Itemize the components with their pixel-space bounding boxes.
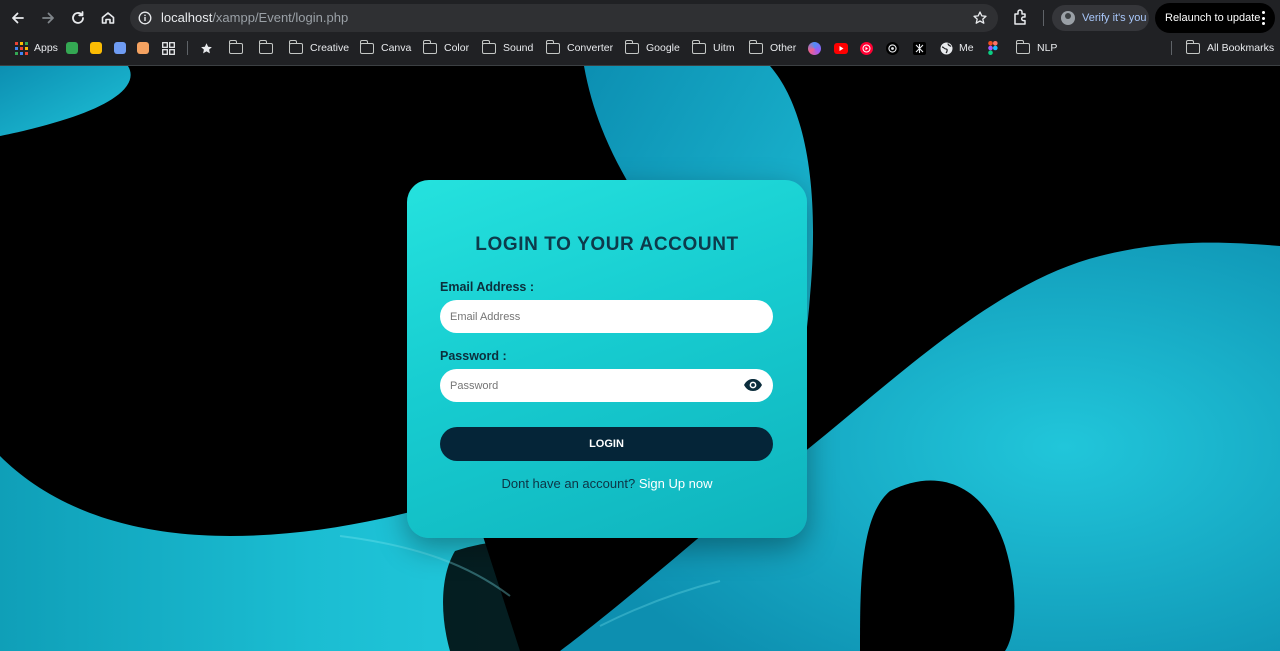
toolbar-divider [1043, 10, 1044, 26]
bookmark-docs[interactable] [114, 37, 126, 59]
password-label: Password : [440, 349, 507, 363]
grid-icon [162, 41, 175, 55]
signup-prompt: Dont have an account? [501, 476, 636, 491]
folder-icon [1015, 39, 1030, 54]
bookmark-label: Sound [503, 42, 534, 54]
app-icon [913, 41, 926, 55]
extensions-puzzle-icon[interactable] [1012, 8, 1030, 26]
figma-icon [988, 41, 998, 55]
bookmark-folder-sound[interactable]: Sound [481, 37, 534, 59]
copilot-icon [808, 41, 821, 55]
bookmark-copilot[interactable] [808, 37, 821, 59]
browser-chrome: localhost/xampp/Event/login.php Verify i… [0, 0, 1280, 66]
bookmark-youtube[interactable] [834, 37, 848, 59]
bookmark-star-icon[interactable] [972, 10, 988, 26]
apps-grid-icon [15, 41, 28, 55]
folder-icon [228, 39, 243, 54]
reload-icon[interactable] [66, 6, 90, 30]
home-icon[interactable] [96, 6, 120, 30]
bookmark-folder-creative[interactable]: Creative [288, 37, 350, 59]
bookmark-label: Color [444, 42, 470, 54]
login-card: LOGIN TO YOUR ACCOUNT Email Address : Pa… [407, 180, 807, 538]
page-viewport: LOGIN TO YOUR ACCOUNT Email Address : Pa… [0, 66, 1280, 651]
folder-icon [288, 39, 303, 54]
bookmark-apps[interactable]: Apps [15, 37, 58, 59]
youtube-icon [834, 42, 848, 54]
globe-icon [940, 42, 953, 54]
avatar [1061, 11, 1075, 25]
bookmark-keep[interactable] [90, 37, 102, 59]
bookmark-chatgpt[interactable] [886, 37, 899, 59]
folder-icon [748, 39, 763, 54]
more-vertical-icon[interactable] [1261, 11, 1265, 25]
bookmark-label: Canva [381, 42, 412, 54]
profile-button[interactable]: Verify it's you [1052, 5, 1149, 31]
url-text[interactable]: localhost/xampp/Event/login.php [161, 10, 348, 25]
bookmark-me[interactable]: Me [940, 37, 974, 59]
relaunch-button[interactable]: Relaunch to update [1155, 3, 1275, 33]
folder-icon [545, 39, 560, 54]
sheets-icon [66, 42, 78, 54]
star-icon [201, 42, 212, 53]
bookmark-label: Other [770, 42, 797, 54]
bookmark-folder-canva[interactable]: Canva [359, 37, 412, 59]
profile-label: Verify it's you [1082, 12, 1147, 24]
slides-icon [137, 42, 149, 54]
eye-icon[interactable] [743, 378, 763, 392]
bookmark-dark-app[interactable] [913, 37, 926, 59]
folder-icon [624, 39, 639, 54]
bookmark-divider [1171, 41, 1172, 55]
chatgpt-icon [886, 41, 899, 55]
bookmarks-bar: Apps Creative Canva Color Sound Converte… [0, 37, 1280, 59]
folder-icon [481, 39, 496, 54]
bookmark-folder-color[interactable]: Color [422, 37, 470, 59]
folder-icon [359, 39, 374, 54]
bookmark-folder-converter[interactable]: Converter [545, 37, 614, 59]
site-info-icon[interactable] [138, 11, 152, 25]
all-bookmarks-label: All Bookmarks [1207, 42, 1275, 54]
bookmark-youtube-music[interactable] [860, 37, 873, 59]
bookmark-folder-nlp[interactable]: NLP [1015, 37, 1058, 59]
docs-icon [114, 42, 126, 54]
bookmark-folder-blank-1[interactable] [228, 37, 250, 59]
login-button[interactable]: LOGIN [440, 427, 773, 461]
bookmark-folder-other[interactable]: Other [748, 37, 797, 59]
relaunch-label: Relaunch to update [1165, 12, 1261, 24]
bookmark-label: NLP [1037, 42, 1058, 54]
signup-prompt-line: Dont have an account? Sign Up now [407, 476, 807, 491]
browser-toolbar: localhost/xampp/Event/login.php Verify i… [0, 0, 1280, 36]
bookmark-sheets[interactable] [66, 37, 78, 59]
folder-icon [258, 39, 273, 54]
bookmark-label: Converter [567, 42, 614, 54]
password-field[interactable] [440, 369, 773, 402]
email-label: Email Address : [440, 280, 535, 294]
bookmark-label: Uitm [713, 42, 735, 54]
email-field[interactable] [440, 300, 773, 333]
folder-icon [1185, 39, 1200, 54]
forward-arrow-icon[interactable] [36, 6, 60, 30]
url-path: /xampp/Event/login.php [212, 10, 349, 25]
bookmark-apps-label: Apps [34, 42, 58, 54]
bookmark-folder-google[interactable]: Google [624, 37, 680, 59]
bookmark-all-bookmarks[interactable]: All Bookmarks [1185, 37, 1275, 59]
back-arrow-icon[interactable] [6, 6, 30, 30]
bookmark-folder-uitm[interactable]: Uitm [691, 37, 735, 59]
folder-icon [691, 39, 706, 54]
bookmark-label: Me [959, 42, 974, 54]
bookmark-folder-blank-2[interactable] [258, 37, 280, 59]
signup-link[interactable]: Sign Up now [639, 476, 713, 491]
bookmark-grid[interactable] [162, 37, 175, 59]
keep-icon [90, 42, 102, 54]
url-host: localhost [161, 10, 213, 25]
bookmark-starred[interactable] [200, 37, 213, 59]
address-bar[interactable]: localhost/xampp/Event/login.php [130, 4, 998, 32]
folder-icon [422, 39, 437, 54]
bookmark-divider [187, 41, 188, 55]
bookmark-label: Creative [310, 42, 350, 54]
bookmark-label: Google [646, 42, 680, 54]
login-title: LOGIN TO YOUR ACCOUNT [475, 234, 739, 255]
youtube-music-icon [860, 41, 873, 55]
bookmark-figma[interactable] [988, 37, 998, 59]
bookmark-slides[interactable] [137, 37, 149, 59]
